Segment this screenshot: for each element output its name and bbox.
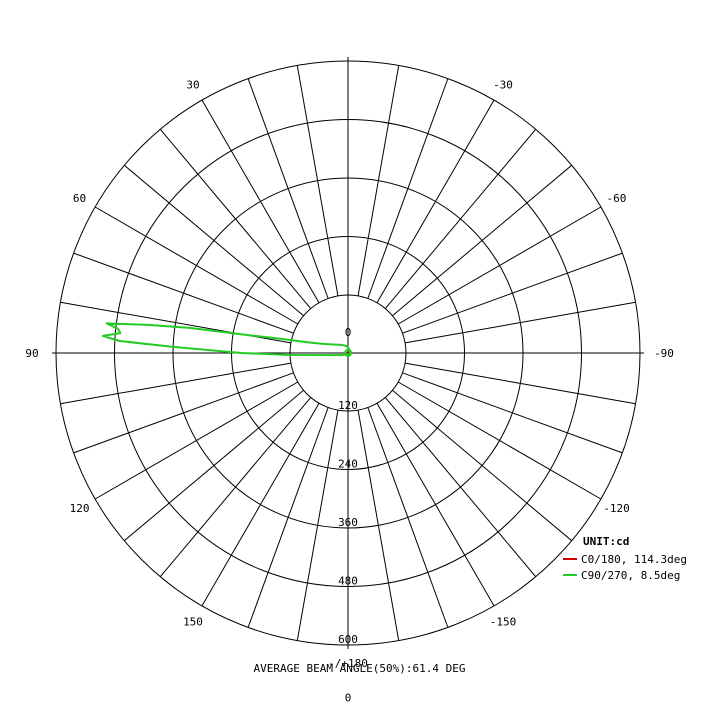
angle-label: 90 <box>25 347 38 360</box>
angle-label: -30 <box>493 79 513 92</box>
legend-swatch-c90-270 <box>563 574 577 576</box>
radial-tick-label: 240 <box>338 458 358 471</box>
angle-label: -60 <box>607 192 627 205</box>
radial-tick-label: 480 <box>338 575 358 588</box>
polar-chart: 01202403604806000 -/+180150120906030 -30-… <box>25 57 674 705</box>
legend-swatch-c0-180 <box>563 558 577 560</box>
angle-label: 120 <box>70 502 90 515</box>
angle-label: -150 <box>490 615 517 628</box>
series-curves <box>101 322 353 357</box>
angle-label: 150 <box>183 615 203 628</box>
legend-item-c90-270: C90/270, 8.5deg <box>563 567 687 583</box>
radial-tick-label: 600 <box>338 633 358 646</box>
legend-item-c0-180: C0/180, 114.3deg <box>563 551 687 567</box>
angle-label: 30 <box>186 79 199 92</box>
legend-unit-label: UNIT:cd <box>583 535 630 548</box>
radial-tick-label: 120 <box>338 399 358 412</box>
legend-label-c0-180: C0/180, 114.3deg <box>581 552 687 566</box>
angle-label: 60 <box>73 192 86 205</box>
legend: UNIT:cd C0/180, 114.3deg C90/270, 8.5deg <box>563 535 687 583</box>
radial-tick-label: 360 <box>338 516 358 529</box>
beam-angle-footer: AVERAGE BEAM ANGLE(50%):61.4 DEG <box>253 662 466 675</box>
angle-label: -90 <box>654 347 674 360</box>
series-curve-1 <box>101 322 353 357</box>
radial-tick-label: 0 <box>345 692 352 705</box>
angle-label: -120 <box>603 502 630 515</box>
legend-label-c90-270: C90/270, 8.5deg <box>581 568 681 582</box>
radial-tick-label: 0 <box>345 326 352 339</box>
